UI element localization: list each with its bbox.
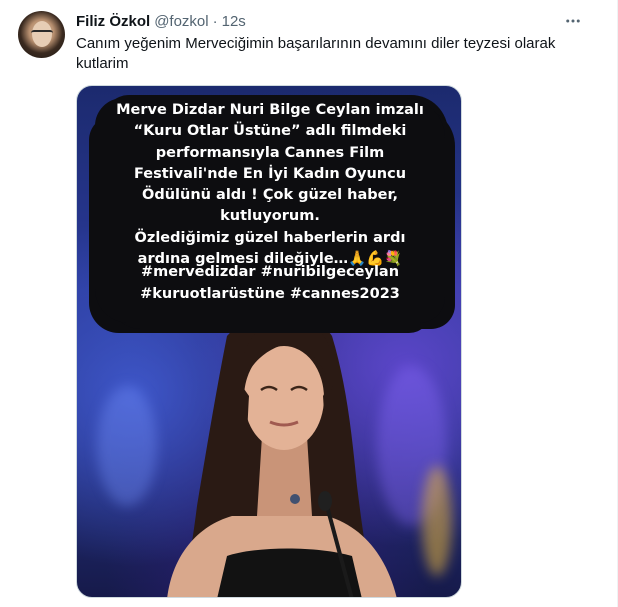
overlay-line: Merve Dizdar Nuri Bilge Ceylan imzalı xyxy=(116,102,424,118)
display-name[interactable]: Filiz Özkol xyxy=(76,13,150,30)
tweet-text: Canım yeğenim Merveciğimin başarılarının… xyxy=(76,35,556,72)
hashtag-line: #kuruotlarüstüne #cannes2023 xyxy=(140,285,400,302)
hashtag-line: #mervedizdar #nuribilgeceylan xyxy=(140,264,400,280)
tweet-media-image[interactable]: Merve Dizdar Nuri Bilge Ceylan imzalı “K… xyxy=(76,85,462,598)
more-dots-svg xyxy=(566,19,580,23)
image-hashtags: #mervedizdar #nuribilgeceylan #kuruotlar… xyxy=(77,262,461,305)
overlay-line: “Kuru Otlar Üstüne” adlı filmdeki xyxy=(133,123,407,140)
overlay-line: kutluyorum. xyxy=(220,208,320,225)
user-handle[interactable]: @fozkol xyxy=(154,13,208,30)
overlay-line: Özlediğimiz güzel haberlerin ardı xyxy=(134,229,406,246)
tweet-header: Filiz Özkol @fozkol · 12s xyxy=(76,11,246,31)
overlay-line: performansıyla Cannes Film xyxy=(155,144,385,161)
more-horizontal-icon[interactable] xyxy=(562,11,584,31)
separator-dot: · xyxy=(212,12,218,30)
timestamp[interactable]: 12s xyxy=(222,13,246,30)
tweet[interactable]: Filiz Özkol @fozkol · 12s Canım yeğenim … xyxy=(0,0,618,607)
avatar-glasses xyxy=(31,30,53,38)
image-overlay-text: Merve Dizdar Nuri Bilge Ceylan imzalı “K… xyxy=(77,100,461,270)
overlay-line: Festivali'nde En İyi Kadın Oyuncu xyxy=(133,165,407,182)
avatar[interactable] xyxy=(18,11,65,58)
overlay-line: Ödülünü aldı ! Çok güzel haber, xyxy=(142,187,398,204)
